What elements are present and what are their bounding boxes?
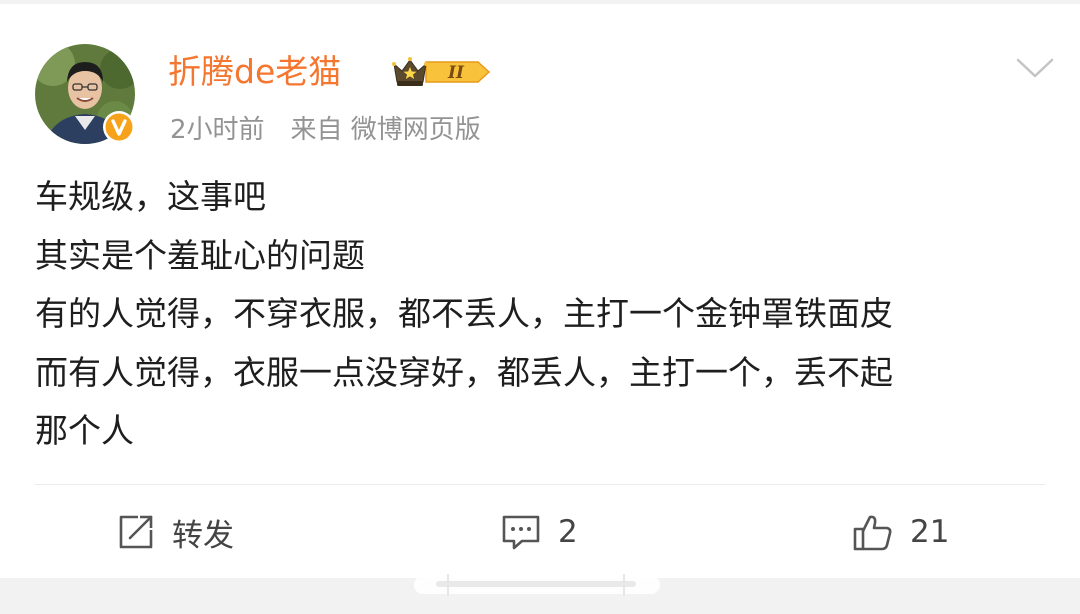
like-button[interactable]: 21 bbox=[852, 508, 949, 556]
verified-v-badge-icon bbox=[102, 110, 136, 144]
post-body-line: 而有人觉得，衣服一点没穿好，都丢人，主打一个，丢不起 bbox=[35, 352, 893, 392]
post-body-line: 其实是个羞耻心的问题 bbox=[35, 235, 365, 275]
post-body-line: 车规级，这事吧 bbox=[35, 177, 266, 216]
like-count: 21 bbox=[910, 514, 950, 550]
author-avatar-container[interactable] bbox=[35, 44, 135, 144]
post-body-line: 有的人觉得，不穿衣服，都不丢人，主打一个金钟罩铁面皮 bbox=[35, 294, 893, 333]
author-name[interactable]: 折腾de老猫 bbox=[168, 50, 341, 94]
repost-label: 转发 bbox=[172, 517, 234, 554]
post-body: 车规级，这事吧 其实是个羞耻心的问题 有的人觉得，不穿衣服，都不丢人，主打一个金… bbox=[35, 168, 1050, 461]
comment-icon bbox=[502, 515, 540, 550]
chevron-down-icon[interactable] bbox=[1015, 56, 1055, 80]
thumbs-up-icon bbox=[853, 515, 892, 551]
divider bbox=[35, 484, 1045, 485]
weibo-post-card: 折腾de老猫 II 2小时前 来自 微博网页版 车规级，这事吧 其实是个羞耻心的问… bbox=[0, 0, 1080, 614]
post-meta: 2小时前 来自 微博网页版 bbox=[170, 112, 481, 148]
post-body-line: 那个人 bbox=[35, 411, 134, 450]
svg-text:II: II bbox=[447, 63, 465, 83]
watermark-mark bbox=[412, 570, 662, 600]
repost-button[interactable]: 转发 bbox=[116, 508, 234, 556]
repost-icon bbox=[119, 515, 153, 549]
post-source: 来自 微博网页版 bbox=[290, 115, 481, 145]
comment-button[interactable]: 2 bbox=[500, 508, 578, 556]
top-separator bbox=[0, 0, 1080, 4]
comment-count: 2 bbox=[558, 514, 578, 550]
post-time: 2小时前 bbox=[170, 115, 265, 145]
crown-level-badge-icon[interactable]: II bbox=[392, 54, 492, 90]
